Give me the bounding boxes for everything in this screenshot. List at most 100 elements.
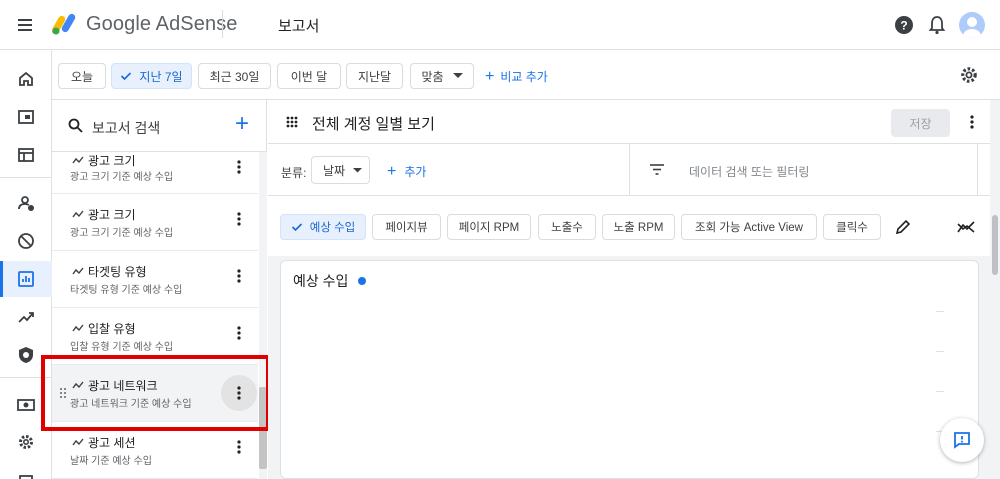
report-subtitle: 타겟팅 유형 기준 예상 수입 <box>70 285 183 296</box>
trend-icon <box>72 210 84 218</box>
chip-last-30-days[interactable]: 최근 30일 <box>198 63 271 89</box>
divider <box>629 144 630 196</box>
metric-chip-impressions[interactable]: 노출수 <box>538 214 596 240</box>
trend-icon <box>72 381 84 389</box>
notifications-icon[interactable] <box>926 14 948 36</box>
help-icon[interactable]: ? <box>893 14 915 36</box>
report-list-item[interactable]: 광고 세션 날짜 기준 예상 수입 <box>52 422 258 479</box>
report-search-label: 보고서 검색 <box>92 120 161 136</box>
feedback-nav-icon[interactable] <box>0 460 52 479</box>
series-color-dot <box>358 277 367 285</box>
page-title: 보고서 <box>278 18 320 35</box>
account-avatar[interactable] <box>959 12 985 38</box>
main-menu-icon[interactable] <box>16 15 36 35</box>
more-options-icon[interactable] <box>221 375 257 411</box>
privacy-messaging-icon[interactable] <box>0 185 52 221</box>
page-scrollbar[interactable] <box>990 100 1000 479</box>
home-icon[interactable] <box>0 61 52 97</box>
report-title: 광고 네트워크 <box>88 379 158 393</box>
payments-icon[interactable] <box>0 387 52 423</box>
navigation-rail <box>0 50 52 479</box>
report-title: 광고 세션 <box>88 436 136 450</box>
more-options-icon[interactable] <box>229 436 249 458</box>
optimization-icon[interactable] <box>0 299 52 335</box>
metric-chip-impression-rpm[interactable]: 노출 RPM <box>602 214 675 240</box>
metric-chip-pageviews[interactable]: 페이지뷰 <box>372 214 441 240</box>
metric-chip-estimated-earnings[interactable]: 예상 수입 <box>280 214 366 240</box>
report-subtitle: 날짜 기준 예상 수입 <box>70 456 152 467</box>
sites-icon[interactable] <box>0 137 52 173</box>
report-settings-gear-icon[interactable] <box>959 65 979 85</box>
add-comparison-label: 비교 추가 <box>500 70 548 84</box>
report-header: 전체 계정 일별 보기 저장 <box>268 100 990 144</box>
report-list-item[interactable]: 입찰 유형 입찰 유형 기준 예상 수입 <box>52 308 258 365</box>
metric-chip-page-rpm[interactable]: 페이지 RPM <box>447 214 531 240</box>
report-list-item-ad-network[interactable]: 광고 네트워크 광고 네트워크 기준 예상 수입 <box>52 365 258 422</box>
blocking-controls-icon[interactable] <box>0 223 52 259</box>
trend-icon <box>72 267 84 275</box>
search-icon <box>68 118 83 133</box>
feedback-button[interactable] <box>940 418 984 462</box>
page-scroll-thumb[interactable] <box>992 215 998 275</box>
chip-last-7-days-label: 지난 7일 <box>139 69 183 84</box>
drag-handle-icon[interactable] <box>59 387 67 399</box>
report-list-item[interactable]: 광고 크기 광고 크기 기준 예상 수입 <box>52 194 258 251</box>
report-more-options-icon[interactable] <box>970 115 974 129</box>
save-button[interactable]: 저장 <box>891 109 950 137</box>
trend-icon <box>72 438 84 446</box>
more-options-icon[interactable] <box>229 156 249 178</box>
report-list-item[interactable]: 광고 크기 광고 크기 기준 예상 수입 <box>52 152 258 194</box>
y-gridline-tick <box>936 311 944 312</box>
plus-icon: + <box>485 67 495 85</box>
ads-icon[interactable] <box>0 99 52 135</box>
chip-last-month[interactable]: 지난달 <box>346 63 403 89</box>
metric-chip-clicks[interactable]: 클릭수 <box>823 214 881 240</box>
add-comparison-link[interactable]: + 비교 추가 <box>485 68 548 85</box>
breakdown-select[interactable]: 날짜 <box>311 156 370 184</box>
add-dimension-link[interactable]: + 추가 <box>387 163 426 180</box>
check-icon <box>121 72 132 81</box>
reports-icon[interactable] <box>0 261 52 297</box>
report-title: 광고 크기 <box>88 208 136 222</box>
edit-pencil-icon[interactable] <box>895 219 911 235</box>
chart-title-text: 예상 수입 <box>293 273 349 289</box>
caret-down-icon <box>452 73 463 78</box>
account-settings-icon[interactable] <box>0 424 52 460</box>
more-options-icon[interactable] <box>229 208 249 230</box>
breakdown-label: 분류: <box>281 166 307 180</box>
chip-this-month[interactable]: 이번 달 <box>277 63 341 89</box>
new-report-plus-icon[interactable]: + <box>235 111 249 137</box>
report-list-scroll-thumb[interactable] <box>259 387 267 469</box>
chip-today[interactable]: 오늘 <box>58 63 106 89</box>
policy-center-icon[interactable] <box>0 337 52 373</box>
report-list-item[interactable]: 타겟팅 유형 타겟팅 유형 기준 예상 수입 <box>52 251 258 308</box>
report-title: 입찰 유형 <box>88 322 136 336</box>
more-options-icon[interactable] <box>229 322 249 344</box>
chart-title: 예상 수입 <box>293 271 367 291</box>
rail-divider <box>0 377 52 378</box>
more-options-icon[interactable] <box>229 265 249 287</box>
report-subtitle: 광고 네트워크 기준 예상 수입 <box>70 399 192 410</box>
top-app-bar: Google AdSense 보고서 ? <box>0 0 1000 50</box>
report-search[interactable]: 보고서 검색 + <box>52 100 267 152</box>
filter-search-input[interactable]: 데이터 검색 또는 필터링 <box>689 163 809 180</box>
brand-name: Google AdSense <box>86 13 238 35</box>
chip-last-7-days[interactable]: 지난 7일 <box>111 63 192 89</box>
chart-type-toggle-icon[interactable] <box>957 220 975 234</box>
feedback-icon <box>954 432 970 449</box>
trend-icon <box>72 324 84 332</box>
breakdown-row: 분류: 날짜 + 추가 데이터 검색 또는 필터링 <box>268 144 990 196</box>
metric-chips-row: 예상 수입 페이지뷰 페이지 RPM 노출수 노출 RPM 조회 가능 Acti… <box>268 196 990 256</box>
adsense-logo <box>51 12 78 36</box>
apps-grid-icon[interactable] <box>286 116 298 128</box>
y-gridline-tick <box>936 351 944 352</box>
check-icon <box>291 223 302 232</box>
report-list-scrollbar[interactable] <box>259 152 267 479</box>
svg-text:?: ? <box>900 19 907 33</box>
caret-down-icon <box>353 167 363 172</box>
metric-chip-active-view[interactable]: 조회 가능 Active View <box>681 214 817 240</box>
divider <box>977 144 978 196</box>
chip-custom[interactable]: 맞춤 <box>410 63 474 89</box>
chip-custom-label: 맞춤 <box>421 69 444 84</box>
filter-icon[interactable] <box>650 164 664 175</box>
